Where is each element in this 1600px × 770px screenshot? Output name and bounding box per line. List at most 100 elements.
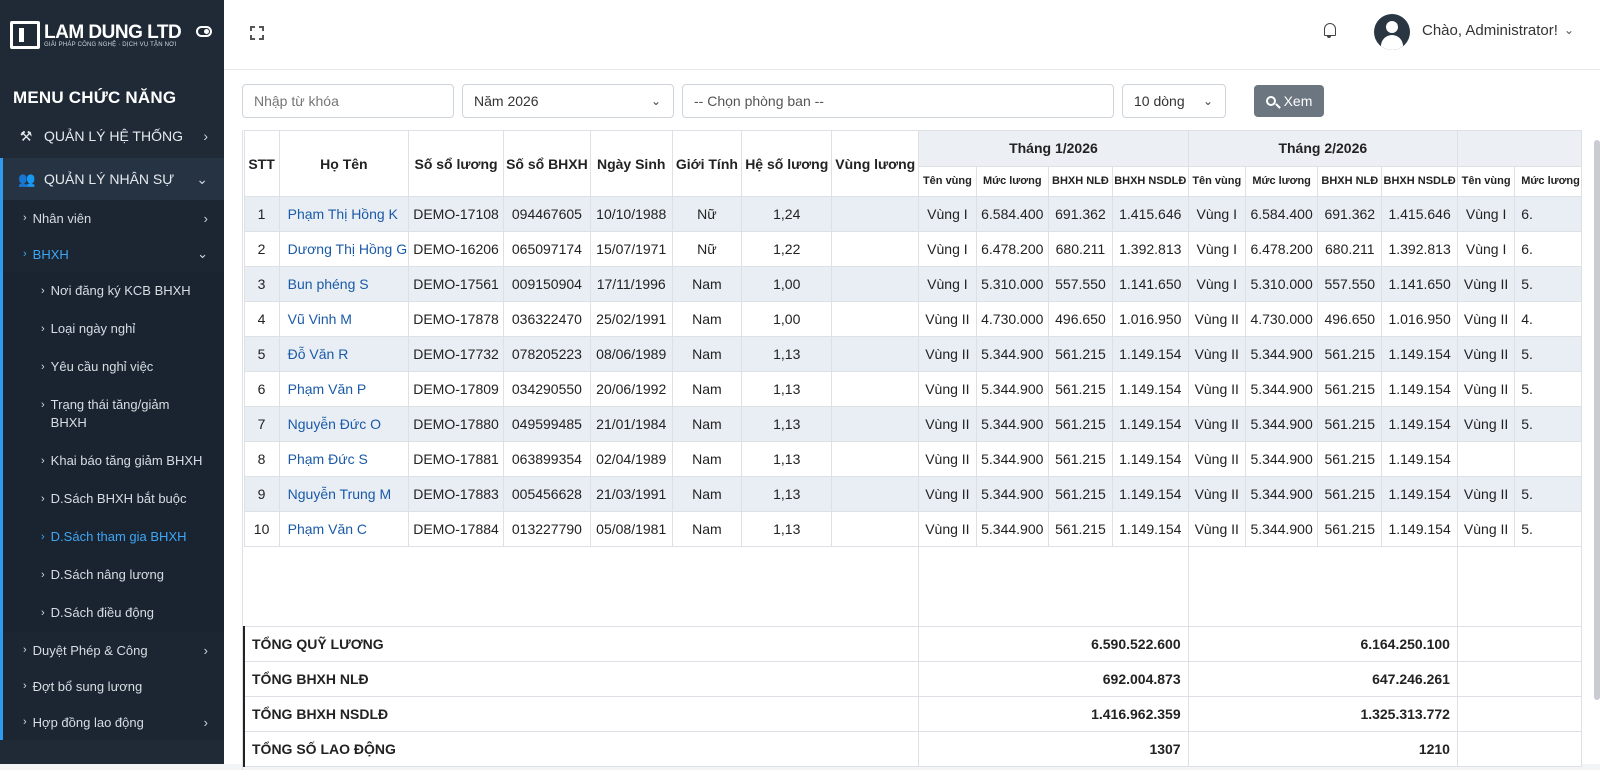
cell-m2-3: 1.149.154: [1381, 406, 1458, 442]
sidebar-subitem-active[interactable]: › D.Sách tham gia BHXH: [3, 518, 224, 556]
cell-m1-3: 1.016.950: [1111, 301, 1189, 337]
sidebar-toggle-icon[interactable]: [196, 26, 212, 37]
sidebar-item-label: Hợp đồng lao động: [32, 714, 144, 730]
col-header[interactable]: Giới Tính: [671, 130, 743, 197]
search-input[interactable]: [242, 84, 454, 118]
subitem-label: Yêu cầu nghỉ việc: [50, 359, 154, 374]
table-row[interactable]: 6 Phạm Văn P DEMO-17809 034290550 20/06/1992…: [243, 371, 1582, 407]
subcol-header: BHXH NSDLĐ: [1381, 165, 1458, 198]
sidebar-subitem[interactable]: › Loại ngày nghỉ: [3, 310, 224, 348]
table-row[interactable]: 4 Vũ Vinh M DEMO-17878 036322470 25/02/1991 N…: [243, 301, 1582, 337]
cell-gender: Nam: [671, 476, 743, 512]
brand-logo[interactable]: LAM DUNG LTD GIẢI PHÁP CÔNG NGHỆ · DỊCH …: [0, 0, 224, 70]
cell-m2-2: 680.211: [1317, 231, 1383, 267]
table-row[interactable]: 7 Nguyễn Đức O DEMO-17880 049599485 21/01/19…: [243, 406, 1582, 442]
sidebar-subitem[interactable]: › Nơi đăng ký KCB BHXH: [3, 272, 224, 310]
cell-hsl: 1,22: [741, 231, 833, 267]
cell-m2-0: Vùng II: [1187, 511, 1246, 547]
sidebar-subitem[interactable]: › D.Sách điều động: [3, 594, 224, 632]
summary-row: TỔNG QUỸ LƯƠNG 6.590.522.600 6.164.250.100: [243, 626, 1582, 662]
sidebar-item-duyet-phep[interactable]: › Duyệt Phép & Công ›: [3, 632, 224, 668]
table-row[interactable]: 8 Phạm Đức S DEMO-17881 063899354 02/04/1989…: [243, 441, 1582, 477]
chevron-down-icon[interactable]: ⌄: [1564, 23, 1574, 37]
col-header[interactable]: Họ Tên: [278, 130, 410, 197]
table-row[interactable]: 10 Phạm Văn C DEMO-17884 013227790 05/08/198…: [243, 511, 1582, 547]
cell-name[interactable]: Bun phéng S: [278, 266, 410, 302]
vertical-scrollbar[interactable]: [1594, 140, 1600, 700]
col-header[interactable]: Số sổ lương: [408, 130, 504, 197]
cell-m3-0: Vùng I: [1456, 231, 1516, 267]
cell-name[interactable]: Phạm Văn P: [278, 371, 410, 407]
user-greeting[interactable]: Chào, Administrator!: [1422, 22, 1558, 39]
cell-m2-0: Vùng II: [1187, 441, 1246, 477]
cell-name[interactable]: Vũ Vinh M: [278, 301, 410, 337]
cell-name[interactable]: Nguyễn Trung M: [278, 476, 410, 512]
avatar[interactable]: [1374, 14, 1410, 50]
cell-stt: 9: [243, 476, 280, 512]
cell-name[interactable]: Dương Thị Hồng G: [278, 231, 410, 267]
sidebar-item-label: Duyệt Phép & Công: [32, 642, 148, 658]
cell-m3-0: Vùng II: [1456, 511, 1516, 547]
cell-m1-2: 561.215: [1047, 406, 1113, 442]
bell-icon[interactable]: [1322, 22, 1336, 38]
cell-stt: 5: [243, 336, 280, 372]
cell-so_luong: DEMO-17809: [408, 371, 504, 407]
cell-so_luong: DEMO-17878: [408, 301, 504, 337]
summary-row: TỔNG SỐ LAO ĐỘNG 1307 1210: [243, 731, 1582, 767]
table-row[interactable]: 9 Nguyễn Trung M DEMO-17883 005456628 21/03/…: [243, 476, 1582, 512]
subitem-label: Trạng thái tăng/giảm BHXH: [50, 397, 170, 430]
sidebar-subitem[interactable]: › Trạng thái tăng/giảm BHXH: [3, 386, 224, 442]
table-row[interactable]: 3 Bun phéng S DEMO-17561 009150904 17/11/199…: [243, 266, 1582, 302]
fullscreen-icon[interactable]: [250, 26, 264, 40]
cell-m1-1: 5.344.900: [975, 371, 1049, 407]
table-row[interactable]: 1 Phạm Thị Hồng K DEMO-17108 094467605 10/10…: [243, 196, 1582, 232]
cell-gender: Nữ: [671, 196, 743, 232]
sidebar-subitem[interactable]: › Yêu cầu nghỉ việc: [3, 348, 224, 386]
department-select[interactable]: -- Chọn phòng ban --: [682, 84, 1114, 118]
sidebar-item-bhxh[interactable]: › BHXH ⌄: [3, 236, 224, 272]
sidebar-subitem[interactable]: › D.Sách BHXH bắt buộc: [3, 480, 224, 518]
sidebar-subitem[interactable]: › D.Sách nâng lương: [3, 556, 224, 594]
cell-m1-1: 4.730.000: [975, 301, 1049, 337]
table-row[interactable]: 2 Dương Thị Hồng G DEMO-16206 065097174 15/0…: [243, 231, 1582, 267]
sidebar-item-nhan-vien[interactable]: › Nhân viên ›: [3, 200, 224, 236]
chevron-down-icon: ⌄: [197, 246, 208, 261]
menu-group-system[interactable]: ⚒ QUẢN LÝ HỆ THỐNG ›: [0, 116, 224, 156]
cell-dob: 20/06/1992: [589, 371, 673, 407]
menu-group-hr[interactable]: 👥 QUẢN LÝ NHÂN SỰ ⌄: [0, 158, 224, 200]
cell-m1-0: Vùng I: [918, 196, 977, 232]
cell-so_luong: DEMO-17884: [408, 511, 504, 547]
cell-name[interactable]: Phạm Thị Hồng K: [278, 196, 410, 232]
cell-m1-3: 1.149.154: [1111, 406, 1189, 442]
page-size-select[interactable]: 10 dòng ⌄: [1122, 84, 1226, 118]
cell-m2-1: 5.344.900: [1244, 406, 1319, 442]
col-header[interactable]: Số sổ BHXH: [502, 130, 591, 197]
subcol-header: Mức lương: [1244, 165, 1319, 198]
cell-gender: Nữ: [671, 231, 743, 267]
cell-m2-2: 561.215: [1317, 441, 1383, 477]
table-row[interactable]: 5 Đỗ Văn R DEMO-17732 078205223 08/06/1989 Na…: [243, 336, 1582, 372]
cell-vung: [831, 266, 920, 302]
sidebar-item-hop-dong[interactable]: › Hợp đồng lao động ›: [3, 704, 224, 740]
cell-name[interactable]: Phạm Đức S: [278, 441, 410, 477]
sidebar-item-dot-bo-sung[interactable]: › Đợt bổ sung lương: [3, 668, 224, 704]
summary-value-m2: 6.164.250.100: [1187, 626, 1458, 662]
col-header[interactable]: Vùng lương: [831, 130, 920, 197]
col-header[interactable]: Ngày Sinh: [589, 130, 673, 197]
view-button[interactable]: Xem: [1254, 85, 1324, 117]
cell-name[interactable]: Đỗ Văn R: [278, 336, 410, 372]
cell-m2-0: Vùng II: [1187, 406, 1246, 442]
cell-m1-3: 1.141.650: [1111, 266, 1189, 302]
table-body: 1 Phạm Thị Hồng K DEMO-17108 094467605 10/10…: [243, 196, 1582, 767]
cell-name[interactable]: Phạm Văn C: [278, 511, 410, 547]
cell-m1-1: 5.344.900: [975, 511, 1049, 547]
col-header[interactable]: Hệ số lương: [741, 130, 833, 197]
year-select[interactable]: Năm 2026 ⌄: [462, 84, 674, 118]
col-header[interactable]: STT: [243, 130, 280, 197]
cell-name[interactable]: Nguyễn Đức O: [278, 406, 410, 442]
bhxh-table-wrapper[interactable]: STT Họ Tên Số sổ lương Số sổ BHXH Ngày S…: [242, 130, 1582, 770]
sidebar-subitem[interactable]: › Khai báo tăng giảm BHXH: [3, 442, 224, 480]
month-header: [1456, 130, 1582, 167]
cell-m1-1: 5.344.900: [975, 336, 1049, 372]
summary-label: TỔNG SỐ LAO ĐỘNG: [243, 731, 920, 767]
